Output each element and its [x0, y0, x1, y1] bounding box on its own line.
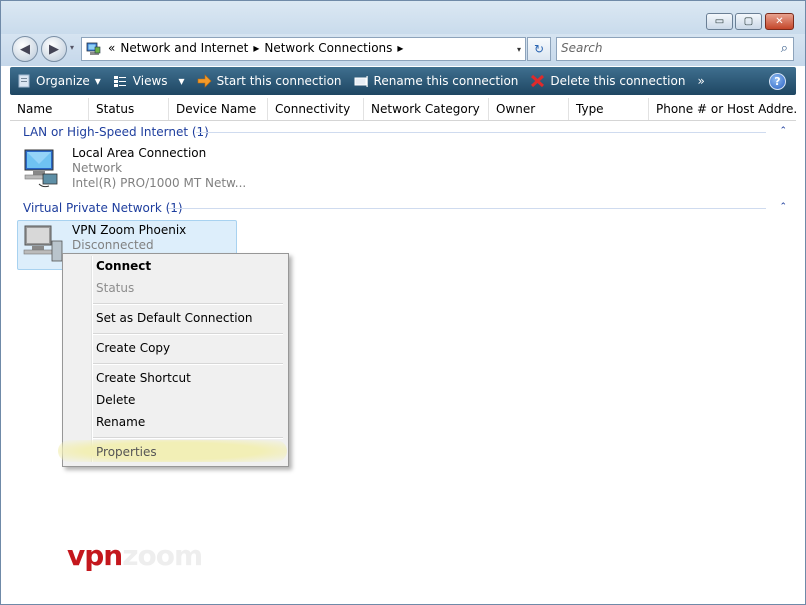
close-button[interactable]: ✕: [765, 13, 794, 30]
vpnzoom-watermark: vpnzoom: [67, 539, 203, 572]
start-connection-button[interactable]: Start this connection: [191, 67, 348, 95]
local-area-connection-item[interactable]: Local Area Connection Network Intel(R) P…: [19, 144, 249, 194]
organize-icon: [16, 74, 31, 88]
column-type[interactable]: Type: [569, 98, 649, 120]
group-divider: [168, 208, 766, 209]
search-icon[interactable]: ⌕: [781, 41, 788, 56]
menu-separator: [93, 363, 283, 365]
column-owner[interactable]: Owner: [489, 98, 569, 120]
column-device-name[interactable]: Device Name: [169, 98, 268, 120]
delete-connection-label: Delete this connection: [550, 74, 686, 88]
menu-item-create-copy[interactable]: Create Copy: [96, 341, 170, 355]
menu-item-connect[interactable]: Connect: [96, 259, 151, 273]
rename-icon: [354, 74, 369, 88]
column-network-category[interactable]: Network Category: [364, 98, 489, 120]
column-header: Name Status Device Name Connectivity Net…: [10, 98, 796, 121]
more-chevron-icon: »: [697, 74, 705, 88]
watermark-vpn: vpn: [67, 539, 123, 572]
rename-connection-button[interactable]: Rename this connection: [348, 67, 525, 95]
recent-pages-dropdown[interactable]: ▾: [70, 43, 74, 52]
vpn-connection-icon: [23, 225, 63, 262]
address-bar[interactable]: « Network and Internet ▸ Network Connect…: [81, 37, 526, 61]
address-row: ◀ ▶ ▾ « Network and Internet ▸ Network C…: [1, 34, 805, 66]
group-header-lan[interactable]: LAN or High-Speed Internet (1): [23, 125, 209, 139]
column-phone-host-address[interactable]: Phone # or Host Addre...: [649, 98, 796, 120]
item-name: VPN Zoom Phoenix: [72, 223, 187, 237]
rename-connection-label: Rename this connection: [373, 74, 519, 88]
menu-gutter: [91, 256, 93, 462]
crumb-network-connections[interactable]: Network Connections: [264, 41, 392, 55]
start-connection-label: Start this connection: [216, 74, 342, 88]
menu-item-create-shortcut[interactable]: Create Shortcut: [96, 371, 191, 385]
group-divider: [196, 132, 766, 133]
title-bar: ▭ ▢ ✕: [1, 1, 805, 34]
back-button[interactable]: ◀: [12, 36, 38, 62]
menu-item-rename[interactable]: Rename: [96, 415, 145, 429]
address-dropdown-icon[interactable]: ▾: [517, 45, 521, 54]
forward-button[interactable]: ▶: [41, 36, 67, 62]
column-name[interactable]: Name: [10, 98, 89, 120]
views-icon: [113, 74, 128, 88]
network-adapter-icon: [24, 149, 58, 188]
menu-separator: [93, 303, 283, 305]
delete-connection-button[interactable]: Delete this connection: [524, 67, 691, 95]
organize-button[interactable]: Organize ▾: [10, 67, 107, 95]
context-menu: Connect Status Set as Default Connection…: [58, 253, 289, 467]
watermark-zoom: zoom: [122, 539, 203, 572]
menu-item-delete[interactable]: Delete: [96, 393, 135, 407]
collapse-chevron-icon[interactable]: ⌃: [779, 126, 787, 136]
more-commands-button[interactable]: »: [691, 67, 710, 95]
properties-highlight: [58, 440, 287, 462]
maximize-button[interactable]: ▢: [735, 13, 762, 30]
menu-item-set-default-connection[interactable]: Set as Default Connection: [96, 311, 253, 325]
collapse-chevron-icon[interactable]: ⌃: [779, 202, 787, 212]
item-status: Network: [72, 161, 123, 175]
arrow-right-icon: [197, 74, 212, 88]
search-input[interactable]: [561, 41, 761, 55]
minimize-button[interactable]: ▭: [706, 13, 733, 30]
menu-separator: [93, 437, 283, 439]
column-connectivity[interactable]: Connectivity: [268, 98, 364, 120]
crumb-separator-icon[interactable]: ▸: [253, 41, 259, 55]
address-overflow-chevron[interactable]: «: [108, 41, 115, 55]
help-icon[interactable]: ?: [769, 73, 786, 90]
crumb-network-and-internet[interactable]: Network and Internet: [120, 41, 248, 55]
column-status[interactable]: Status: [89, 98, 169, 120]
item-status: Disconnected: [72, 238, 154, 252]
item-device: Intel(R) PRO/1000 MT Netw...: [72, 176, 247, 190]
chevron-down-icon: ▾: [94, 74, 101, 88]
views-button[interactable]: Views ▾: [107, 67, 191, 95]
menu-item-properties[interactable]: Properties: [96, 445, 157, 459]
group-header-vpn[interactable]: Virtual Private Network (1): [23, 201, 183, 215]
delete-x-icon: [530, 74, 545, 88]
menu-separator: [93, 333, 283, 335]
network-folder-icon: [86, 42, 101, 55]
refresh-button[interactable]: ↻: [527, 37, 551, 61]
views-label: Views: [132, 74, 168, 88]
crumb-separator-icon[interactable]: ▸: [397, 41, 403, 55]
menu-item-status: Status: [96, 281, 135, 295]
organize-label: Organize: [36, 74, 90, 88]
item-name: Local Area Connection: [72, 146, 207, 160]
command-bar: Organize ▾ Views ▾ Start this connection…: [10, 67, 796, 95]
chevron-down-icon: ▾: [178, 74, 185, 88]
search-box[interactable]: ⌕: [556, 37, 794, 61]
